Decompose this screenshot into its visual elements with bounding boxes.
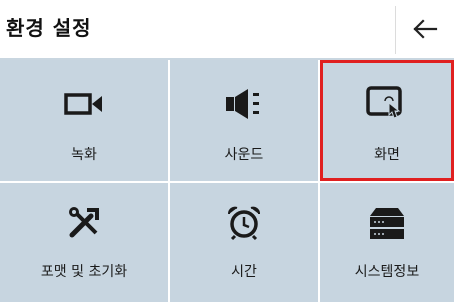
tools-icon <box>69 207 99 238</box>
tile-system-info[interactable]: 시스템정보 <box>320 183 454 302</box>
server-icon <box>370 208 404 239</box>
back-button[interactable] <box>396 0 454 58</box>
tile-label: 포맷 및 초기화 <box>40 264 128 280</box>
tile-label: 시간 <box>231 264 257 280</box>
settings-screen: 환경 설정 녹화 사운드 화면 포맷 및 초기화 시간 시스템정보 <box>0 0 454 302</box>
tile-sound[interactable]: 사운드 <box>170 60 318 181</box>
screen-touch-icon <box>366 86 402 119</box>
arrow-left-icon <box>413 19 438 39</box>
tile-display[interactable]: 화면 <box>320 60 454 181</box>
tile-label: 녹화 <box>71 147 97 163</box>
speaker-icon <box>226 89 259 119</box>
tile-label: 화면 <box>374 147 400 163</box>
tile-label: 시스템정보 <box>354 264 420 280</box>
tile-recording[interactable]: 녹화 <box>0 60 168 181</box>
video-camera-icon <box>64 93 102 115</box>
tile-label: 사운드 <box>224 147 264 163</box>
alarm-clock-icon <box>228 206 260 241</box>
tile-format-reset[interactable]: 포맷 및 초기화 <box>0 183 168 302</box>
header-bar: 환경 설정 <box>0 0 454 60</box>
tile-time[interactable]: 시간 <box>170 183 318 302</box>
settings-grid: 녹화 사운드 화면 포맷 및 초기화 시간 시스템정보 <box>0 60 454 302</box>
page-title: 환경 설정 <box>6 16 92 40</box>
